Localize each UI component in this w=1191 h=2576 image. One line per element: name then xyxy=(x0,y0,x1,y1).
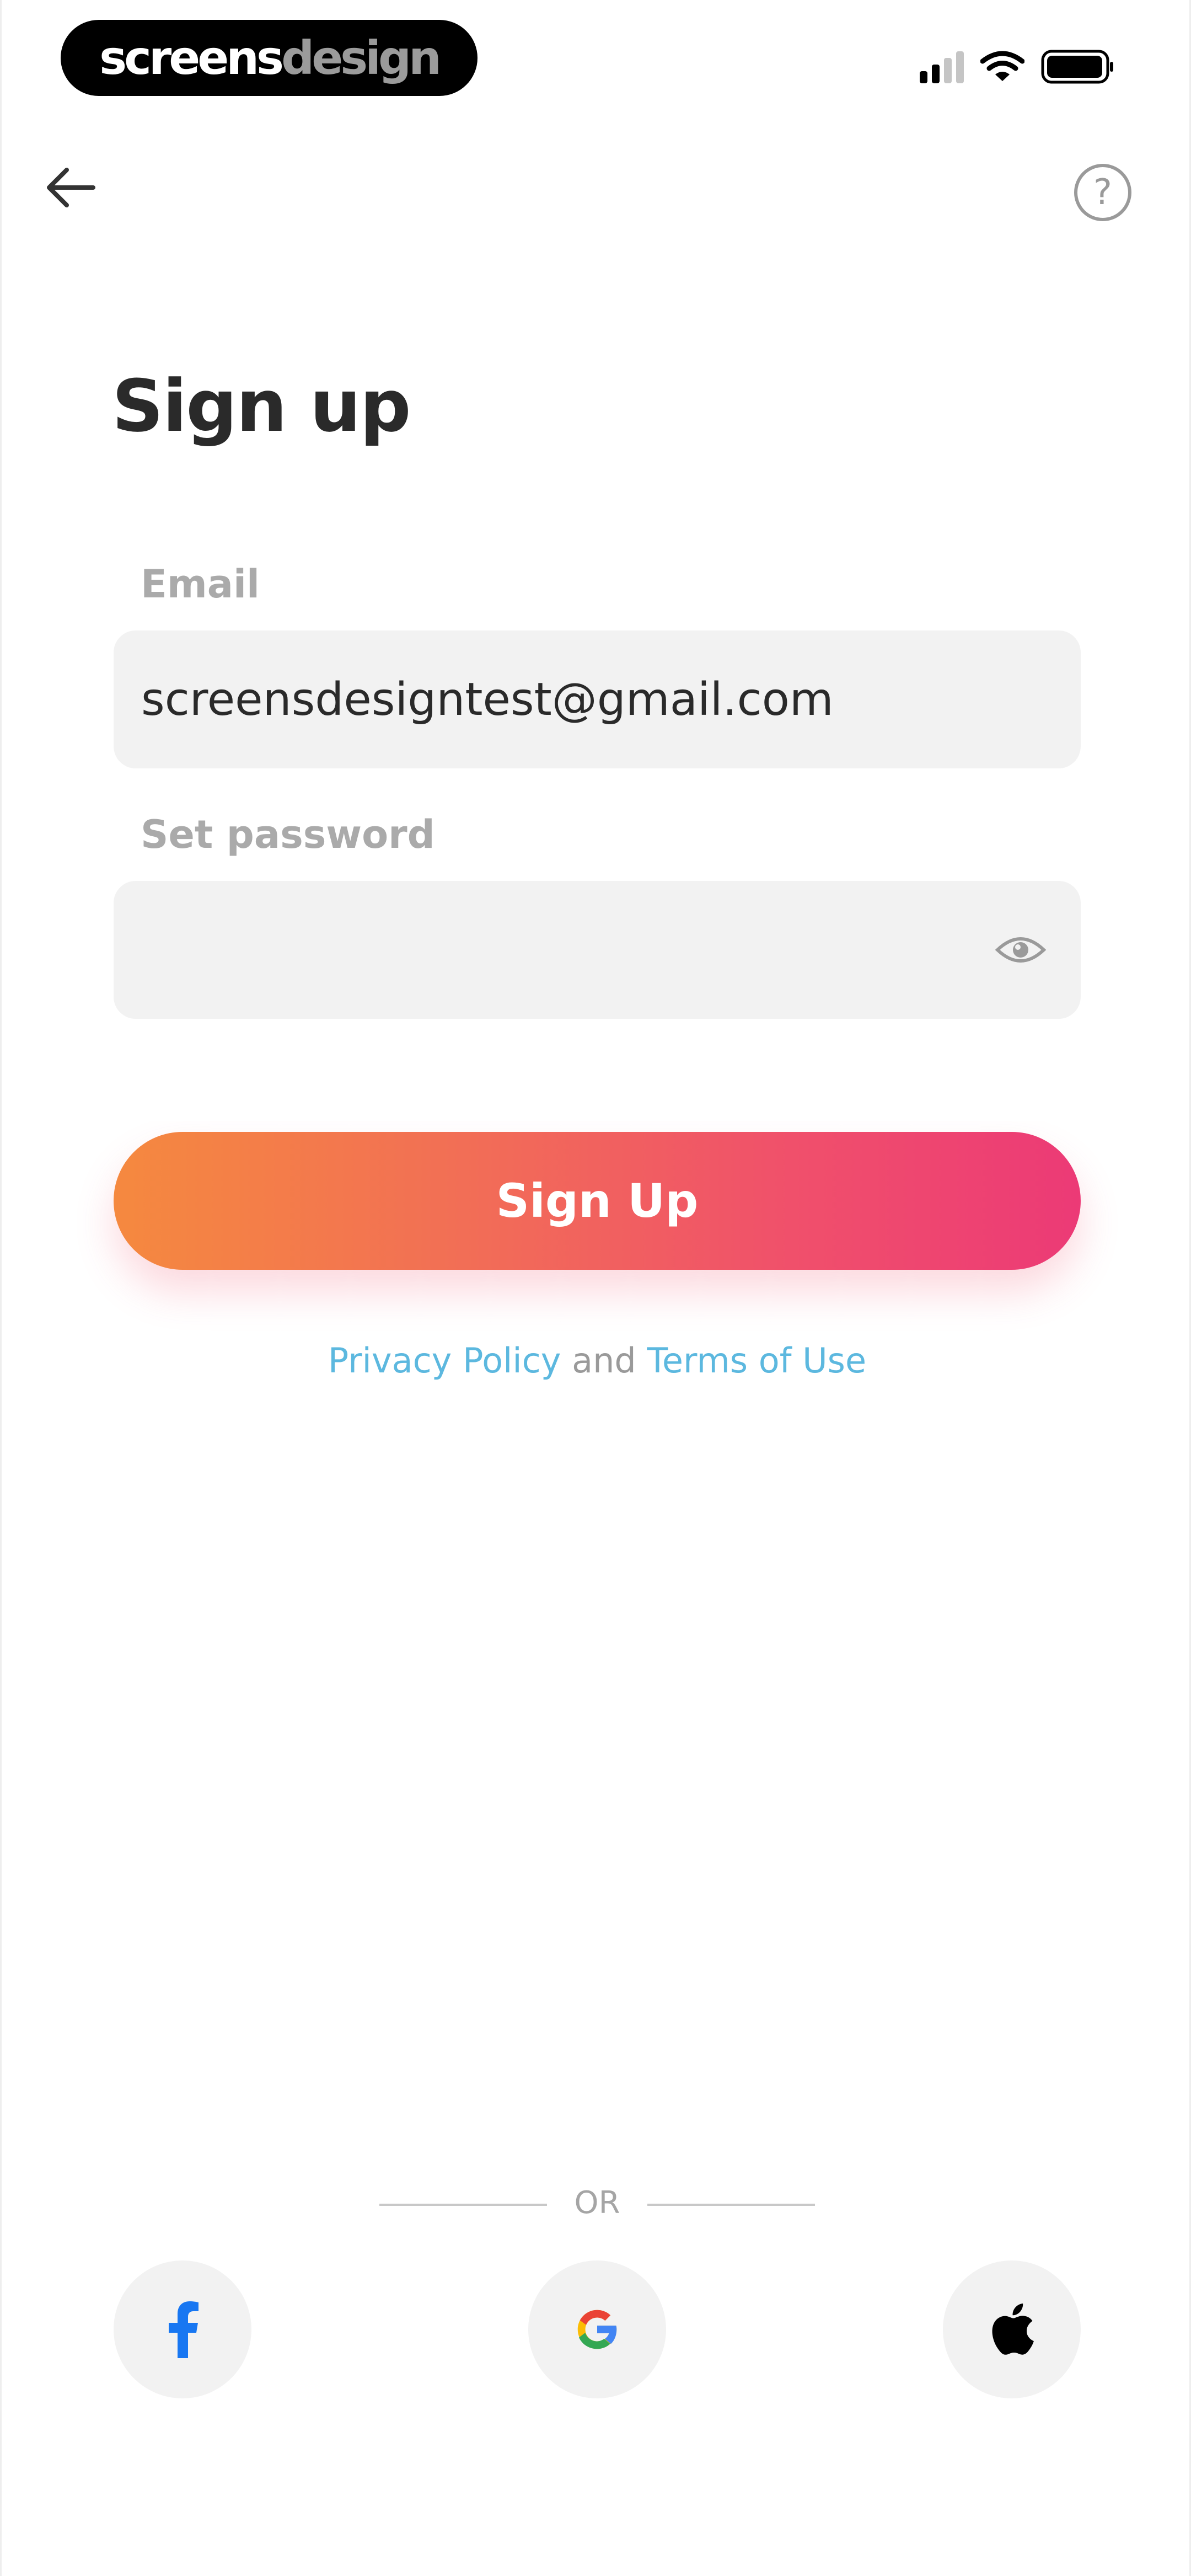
legal-links: Privacy Policy and Terms of Use xyxy=(2,1340,1191,1381)
brand-logo-part2: design xyxy=(281,31,442,85)
page-title: Sign up xyxy=(112,364,411,448)
privacy-policy-link[interactable]: Privacy Policy xyxy=(328,1340,561,1381)
terms-of-use-link[interactable]: Terms of Use xyxy=(647,1340,867,1381)
sign-up-button[interactable]: Sign Up xyxy=(114,1132,1081,1270)
wifi-icon xyxy=(980,51,1024,81)
arrow-left-icon xyxy=(47,168,95,207)
facebook-login-button[interactable] xyxy=(114,2260,251,2398)
signup-screen: screens design ? Sign up Email S xyxy=(0,0,1191,2576)
question-circle-icon: ? xyxy=(1093,172,1112,213)
password-field[interactable] xyxy=(114,881,1081,1019)
divider-line-right xyxy=(647,2204,815,2206)
apple-icon xyxy=(992,2304,1034,2355)
divider-line-left xyxy=(379,2204,547,2206)
or-divider: OR xyxy=(2,2182,1191,2226)
legal-conjunction: and xyxy=(572,1340,636,1381)
facebook-icon xyxy=(169,2301,198,2358)
cellular-signal-icon xyxy=(920,50,964,83)
email-label: Email xyxy=(141,562,260,607)
back-button[interactable] xyxy=(40,154,101,221)
battery-icon xyxy=(1041,50,1113,84)
brand-logo-part1: screens xyxy=(99,31,284,85)
email-field[interactable] xyxy=(114,630,1081,768)
google-icon xyxy=(577,2310,618,2349)
status-icons xyxy=(920,47,1115,86)
brand-logo: screens design xyxy=(61,20,478,96)
password-label: Set password xyxy=(141,812,435,857)
google-login-button[interactable] xyxy=(528,2260,666,2398)
apple-login-button[interactable] xyxy=(943,2260,1081,2398)
help-button[interactable]: ? xyxy=(1074,164,1131,221)
eye-icon xyxy=(995,937,1046,963)
or-label: OR xyxy=(574,2185,620,2221)
password-visibility-toggle[interactable] xyxy=(994,928,1047,972)
